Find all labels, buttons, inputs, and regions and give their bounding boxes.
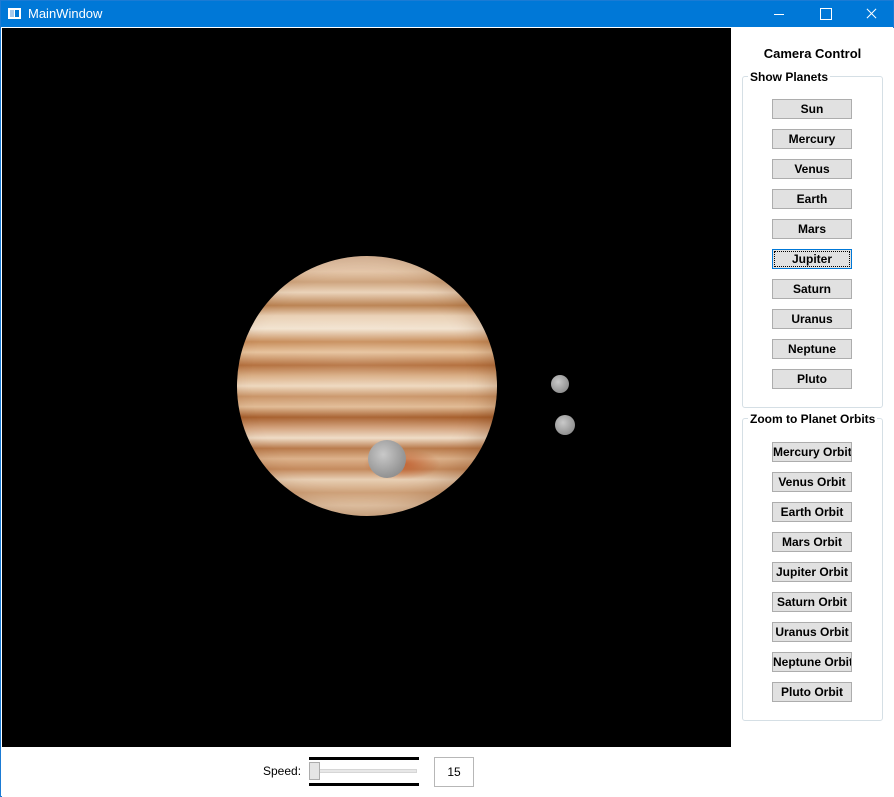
slider-tick-bar-bottom (309, 783, 419, 786)
show-venus-button[interactable]: Venus (772, 159, 852, 179)
speed-label: Speed: (263, 764, 302, 778)
slider-thumb[interactable] (309, 762, 320, 780)
main-window: MainWindow Camera Control Show Planets S… (0, 0, 894, 797)
zoom-mars-orbit-button[interactable]: Mars Orbit (772, 532, 852, 552)
solar-system-viewport[interactable] (2, 28, 731, 747)
zoom-mercury-orbit-button[interactable]: Mercury Orbit (772, 442, 852, 462)
minimize-icon[interactable] (756, 1, 802, 27)
window-app-icon (8, 8, 21, 19)
zoom-saturn-orbit-button[interactable]: Saturn Orbit (772, 592, 852, 612)
show-pluto-button[interactable]: Pluto (772, 369, 852, 389)
slider-track[interactable] (311, 769, 417, 773)
zoom-uranus-orbit-button[interactable]: Uranus Orbit (772, 622, 852, 642)
camera-control-panel: Camera Control Show Planets Sun Mercury … (731, 28, 894, 747)
show-mars-button[interactable]: Mars (772, 219, 852, 239)
zoom-orbits-group: Zoom to Planet Orbits Mercury Orbit Venu… (742, 412, 883, 721)
show-jupiter-button[interactable]: Jupiter (772, 249, 852, 269)
zoom-orbits-legend: Zoom to Planet Orbits (748, 412, 878, 426)
show-mercury-button[interactable]: Mercury (772, 129, 852, 149)
slider-tick-bar-top (309, 757, 419, 760)
zoom-neptune-orbit-button[interactable]: Neptune Orbit (772, 652, 852, 672)
moon (555, 415, 575, 435)
speed-value-field[interactable]: 15 (434, 757, 474, 787)
zoom-jupiter-orbit-button[interactable]: Jupiter Orbit (772, 562, 852, 582)
close-icon[interactable] (848, 1, 894, 27)
moon (551, 375, 569, 393)
zoom-pluto-orbit-button[interactable]: Pluto Orbit (772, 682, 852, 702)
speed-control-bar: Speed: 15 (2, 747, 894, 797)
show-uranus-button[interactable]: Uranus (772, 309, 852, 329)
show-planets-legend: Show Planets (748, 70, 831, 84)
zoom-venus-orbit-button[interactable]: Venus Orbit (772, 472, 852, 492)
maximize-icon[interactable] (802, 1, 848, 27)
show-sun-button[interactable]: Sun (772, 99, 852, 119)
planet-jupiter (237, 256, 497, 516)
show-saturn-button[interactable]: Saturn (772, 279, 852, 299)
show-earth-button[interactable]: Earth (772, 189, 852, 209)
window-title: MainWindow (28, 6, 103, 21)
zoom-earth-orbit-button[interactable]: Earth Orbit (772, 502, 852, 522)
camera-control-header: Camera Control (763, 46, 862, 61)
title-bar[interactable]: MainWindow (1, 1, 893, 27)
show-planets-group: Show Planets Sun Mercury Venus Earth Mar… (742, 70, 883, 408)
speed-slider[interactable] (309, 757, 419, 787)
moon (368, 440, 406, 478)
show-neptune-button[interactable]: Neptune (772, 339, 852, 359)
